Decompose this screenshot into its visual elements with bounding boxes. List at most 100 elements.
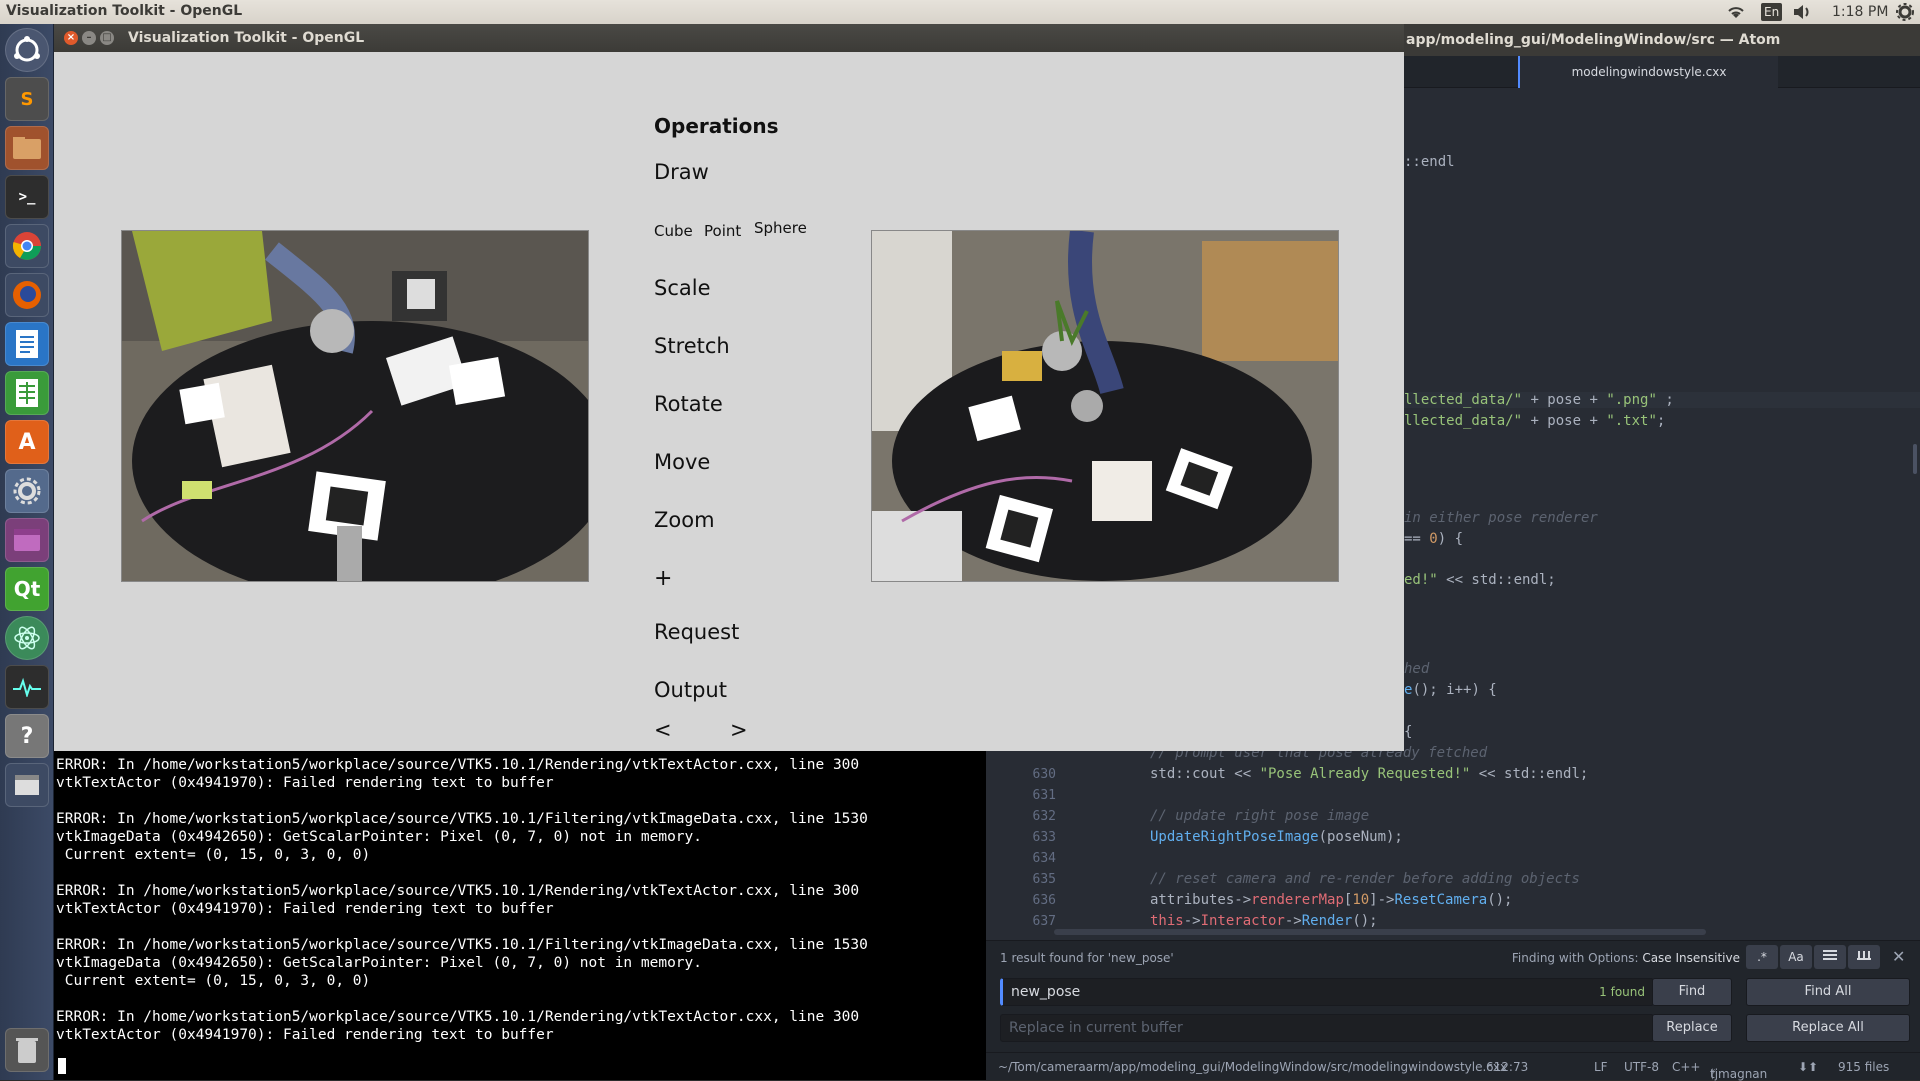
- find-and-replace-panel: 1 result found for 'new_pose' Finding wi…: [986, 940, 1920, 1052]
- sphere-button[interactable]: Sphere: [754, 219, 807, 237]
- dash-ubuntu-icon[interactable]: [5, 28, 49, 72]
- selection-only-toggle[interactable]: [1814, 945, 1846, 969]
- help-icon[interactable]: ?: [5, 714, 49, 758]
- launcher: S >_ A Qt ?: [0, 24, 54, 1080]
- software-center-icon[interactable]: A: [5, 420, 49, 464]
- replace-all-button[interactable]: Replace All: [1746, 1014, 1910, 1042]
- right-pose-image[interactable]: [871, 230, 1339, 582]
- libreoffice-calc-icon[interactable]: [5, 371, 49, 415]
- vtk-window-title: Visualization Toolkit - OpenGL: [128, 30, 365, 46]
- minimize-window-icon[interactable]: –: [82, 31, 96, 45]
- left-pose-image[interactable]: [121, 230, 589, 582]
- find-all-button[interactable]: Find All: [1746, 978, 1910, 1006]
- file-path[interactable]: ~/Tom/cameraarm/app/modeling_gui/Modelin…: [998, 1060, 1507, 1074]
- code-line: // reset camera and re-render before add…: [1150, 871, 1580, 887]
- code-line: llected_data/" + pose + ".txt";: [1404, 413, 1666, 429]
- close-find-icon[interactable]: ✕: [1892, 947, 1905, 966]
- editor-scrollbar[interactable]: [1913, 444, 1917, 474]
- tab-modelingwindowstyle[interactable]: modelingwindowstyle.cxx: [1518, 56, 1778, 88]
- output-button[interactable]: Output: [654, 678, 727, 702]
- line-number: 634: [1032, 851, 1056, 866]
- git-branch-name: tjmagnan: [1710, 1067, 1768, 1081]
- code-line: in either pose renderer: [1404, 510, 1598, 526]
- terminal-line: ERROR: In /home/workstation5/workplace/s…: [56, 1009, 860, 1025]
- terminal-icon[interactable]: >_: [5, 175, 49, 219]
- line-number: 631: [1032, 788, 1056, 803]
- terminal-line: vtkTextActor (0x4941970): Failed renderi…: [56, 1027, 554, 1043]
- atom-icon[interactable]: [5, 616, 49, 660]
- line-number: 635: [1032, 872, 1056, 887]
- status-bar: ~/Tom/cameraarm/app/modeling_gui/Modelin…: [986, 1052, 1920, 1081]
- terminal-line: vtkTextActor (0x4941970): Failed renderi…: [56, 775, 554, 791]
- workspace-switcher-icon[interactable]: [5, 518, 49, 562]
- replace-input[interactable]: Replace in current buffer: [1000, 1014, 1654, 1042]
- code-line: == 0) {: [1404, 531, 1464, 547]
- line-number: 632: [1032, 809, 1056, 824]
- next-button[interactable]: >: [730, 718, 748, 742]
- zoom-button[interactable]: Zoom: [654, 508, 715, 532]
- cursor-position[interactable]: 612:73: [1486, 1060, 1528, 1074]
- find-input[interactable]: new_pose 1 found: [1000, 978, 1654, 1006]
- terminal-line: ERROR: In /home/workstation5/workplace/s…: [56, 757, 860, 773]
- add-button[interactable]: +: [654, 566, 672, 591]
- whole-word-toggle[interactable]: [1848, 945, 1880, 969]
- window-app-icon[interactable]: [5, 763, 49, 807]
- qt-creator-icon[interactable]: Qt: [5, 567, 49, 611]
- code-line: {: [1404, 724, 1413, 740]
- close-window-icon[interactable]: ×: [64, 31, 78, 45]
- case-sensitive-toggle[interactable]: Aa: [1780, 945, 1812, 969]
- rotate-button[interactable]: Rotate: [654, 392, 723, 416]
- vtk-render-area[interactable]: Operations Draw Cube Point Sphere Scale …: [54, 52, 1404, 751]
- clock[interactable]: 1:18 PM: [1832, 2, 1888, 22]
- draw-button[interactable]: Draw: [654, 160, 709, 184]
- move-button[interactable]: Move: [654, 450, 710, 474]
- find-options-value: Case Insensitive: [1642, 951, 1740, 965]
- sublime-text-icon[interactable]: S: [5, 77, 49, 121]
- code-line: std::cout << "Pose Already Requested!" <…: [1150, 766, 1589, 782]
- code-line: ::endl: [1404, 154, 1455, 170]
- libreoffice-writer-icon[interactable]: [5, 322, 49, 366]
- line-ending[interactable]: LF: [1594, 1060, 1608, 1074]
- horizontal-scrollbar[interactable]: [1054, 929, 1706, 935]
- find-options-info: Finding with Options: Case Insensitive: [1512, 951, 1740, 965]
- file-encoding[interactable]: UTF-8: [1624, 1060, 1659, 1074]
- find-count: 1 found: [1599, 985, 1645, 999]
- maximize-window-icon[interactable]: □: [100, 31, 114, 45]
- git-fetch-icon[interactable]: ⬇⬆: [1798, 1060, 1818, 1074]
- system-settings-icon[interactable]: [5, 469, 49, 513]
- cube-button[interactable]: Cube: [654, 222, 693, 240]
- replace-button[interactable]: Replace: [1652, 1014, 1732, 1042]
- line-number: 636: [1032, 893, 1056, 908]
- find-options-label: Finding with Options:: [1511, 951, 1639, 965]
- request-button[interactable]: Request: [654, 620, 739, 644]
- volume-icon[interactable]: [1792, 2, 1812, 22]
- terminal-output[interactable]: ERROR: In /home/workstation5/workplace/s…: [54, 750, 986, 1080]
- keyboard-layout-indicator[interactable]: En: [1761, 3, 1783, 21]
- terminal-line: ERROR: In /home/workstation5/workplace/s…: [56, 883, 860, 899]
- trash-icon[interactable]: [5, 1028, 49, 1072]
- system-monitor-icon[interactable]: [5, 665, 49, 709]
- code-line: UpdateRightPoseImage(poseNum);: [1150, 829, 1403, 845]
- chrome-icon[interactable]: [5, 224, 49, 268]
- active-window-title: Visualization Toolkit - OpenGL: [6, 3, 243, 19]
- stretch-button[interactable]: Stretch: [654, 334, 730, 358]
- scale-button[interactable]: Scale: [654, 276, 711, 300]
- point-button[interactable]: Point: [704, 222, 741, 240]
- regex-toggle[interactable]: .*: [1746, 945, 1778, 969]
- wifi-icon[interactable]: [1726, 2, 1746, 22]
- find-result-info: 1 result found for 'new_pose': [1000, 951, 1174, 965]
- grammar[interactable]: C++: [1672, 1060, 1701, 1074]
- find-button[interactable]: Find: [1652, 978, 1732, 1006]
- project-file-count: 915 files: [1838, 1060, 1890, 1074]
- code-line: attributes->rendererMap[10]->ResetCamera…: [1150, 892, 1513, 908]
- line-number: 633: [1032, 830, 1056, 845]
- settings-gear-icon[interactable]: [1896, 2, 1914, 22]
- code-line: hed: [1404, 661, 1430, 677]
- terminal-line: Current extent= (0, 15, 0, 3, 0, 0): [56, 847, 371, 863]
- previous-button[interactable]: <: [654, 718, 672, 742]
- file-manager-icon[interactable]: [5, 126, 49, 170]
- firefox-icon[interactable]: [5, 273, 49, 317]
- code-line: this->Interactor->Render();: [1150, 913, 1378, 929]
